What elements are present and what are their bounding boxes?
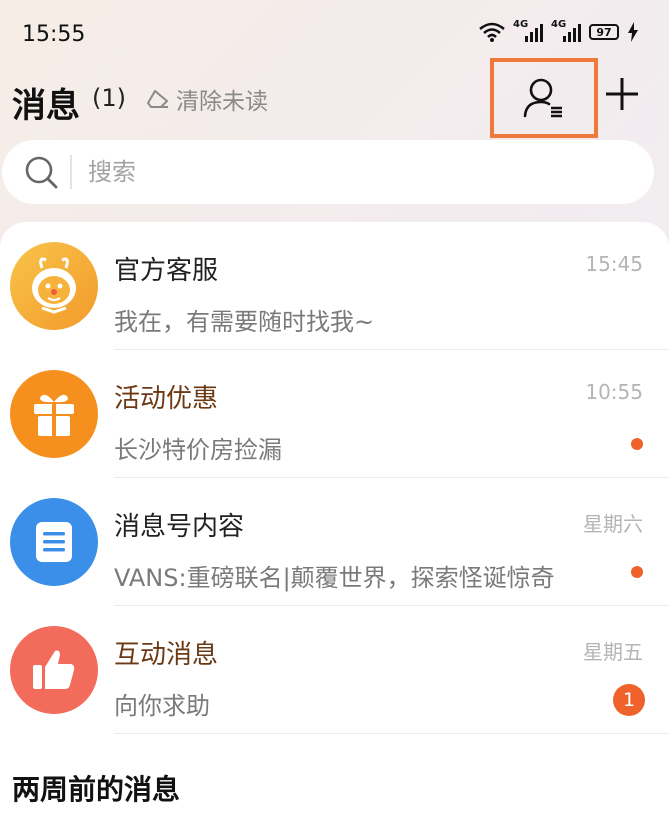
mascot-icon	[32, 257, 76, 314]
search-bar[interactable]	[2, 140, 654, 204]
message-list: 官方客服 我在，有需要随时找我~ 15:45 活动优惠 长沙特价房捡漏 10:5…	[0, 222, 669, 834]
unread-badge: 1	[613, 684, 645, 716]
list-item-official-accounts[interactable]: 消息号内容 VANS:重磅联名|颠覆世界，探索怪诞惊奇 星期六	[0, 478, 669, 606]
status-time: 15:55	[22, 22, 86, 47]
unread-count: (1)	[92, 84, 126, 112]
message-name: 官方客服	[114, 256, 219, 286]
section-title-older: 两周前的消息	[12, 773, 181, 806]
message-preview: 我在，有需要随时找我~	[114, 308, 375, 336]
status-icons: 4G 4G 97	[479, 19, 639, 42]
unread-dot	[631, 566, 643, 578]
message-time: 10:55	[585, 380, 643, 404]
message-time: 15:45	[585, 252, 643, 276]
avatar	[10, 626, 98, 714]
contacts-button[interactable]	[490, 58, 598, 138]
gift-icon	[34, 394, 74, 436]
message-preview: 长沙特价房捡漏	[114, 436, 282, 464]
unread-dot	[631, 438, 643, 450]
search-input[interactable]	[88, 158, 588, 186]
eraser-icon	[147, 90, 168, 108]
header: 消息 (1) 清除未读	[0, 58, 669, 138]
message-time: 星期六	[583, 512, 643, 536]
divider	[114, 733, 669, 734]
add-button[interactable]	[600, 72, 644, 116]
message-name: 互动消息	[114, 640, 219, 670]
clear-unread-button[interactable]: 清除未读	[146, 82, 268, 116]
avatar	[10, 498, 98, 586]
page-title: 消息	[12, 86, 80, 126]
search-icon	[25, 156, 58, 189]
list-item-customer-service[interactable]: 官方客服 我在，有需要随时找我~ 15:45	[0, 222, 669, 350]
wifi-icon	[479, 22, 505, 42]
document-icon	[36, 522, 72, 562]
avatar	[10, 370, 98, 458]
contacts-list-icon	[523, 78, 562, 118]
message-preview: VANS:重磅联名|颠覆世界，探索怪诞惊奇	[114, 564, 555, 592]
charging-icon	[628, 22, 638, 42]
message-name: 活动优惠	[114, 384, 219, 414]
clear-unread-label: 清除未读	[176, 89, 268, 115]
signal-icon-2: 4G	[551, 19, 581, 42]
message-name: 消息号内容	[114, 512, 245, 542]
search-divider	[70, 155, 72, 189]
signal-icon: 4G	[513, 19, 543, 42]
list-item-promotions[interactable]: 活动优惠 长沙特价房捡漏 10:55	[0, 350, 669, 478]
plus-icon	[606, 78, 638, 110]
avatar	[10, 242, 98, 330]
message-preview: 向你求助	[114, 692, 210, 720]
list-item-interactions[interactable]: 互动消息 向你求助 星期五 1	[0, 606, 669, 734]
thumbs-up-icon	[33, 650, 75, 689]
battery-icon: 97	[589, 24, 619, 40]
message-time: 星期五	[583, 640, 643, 664]
